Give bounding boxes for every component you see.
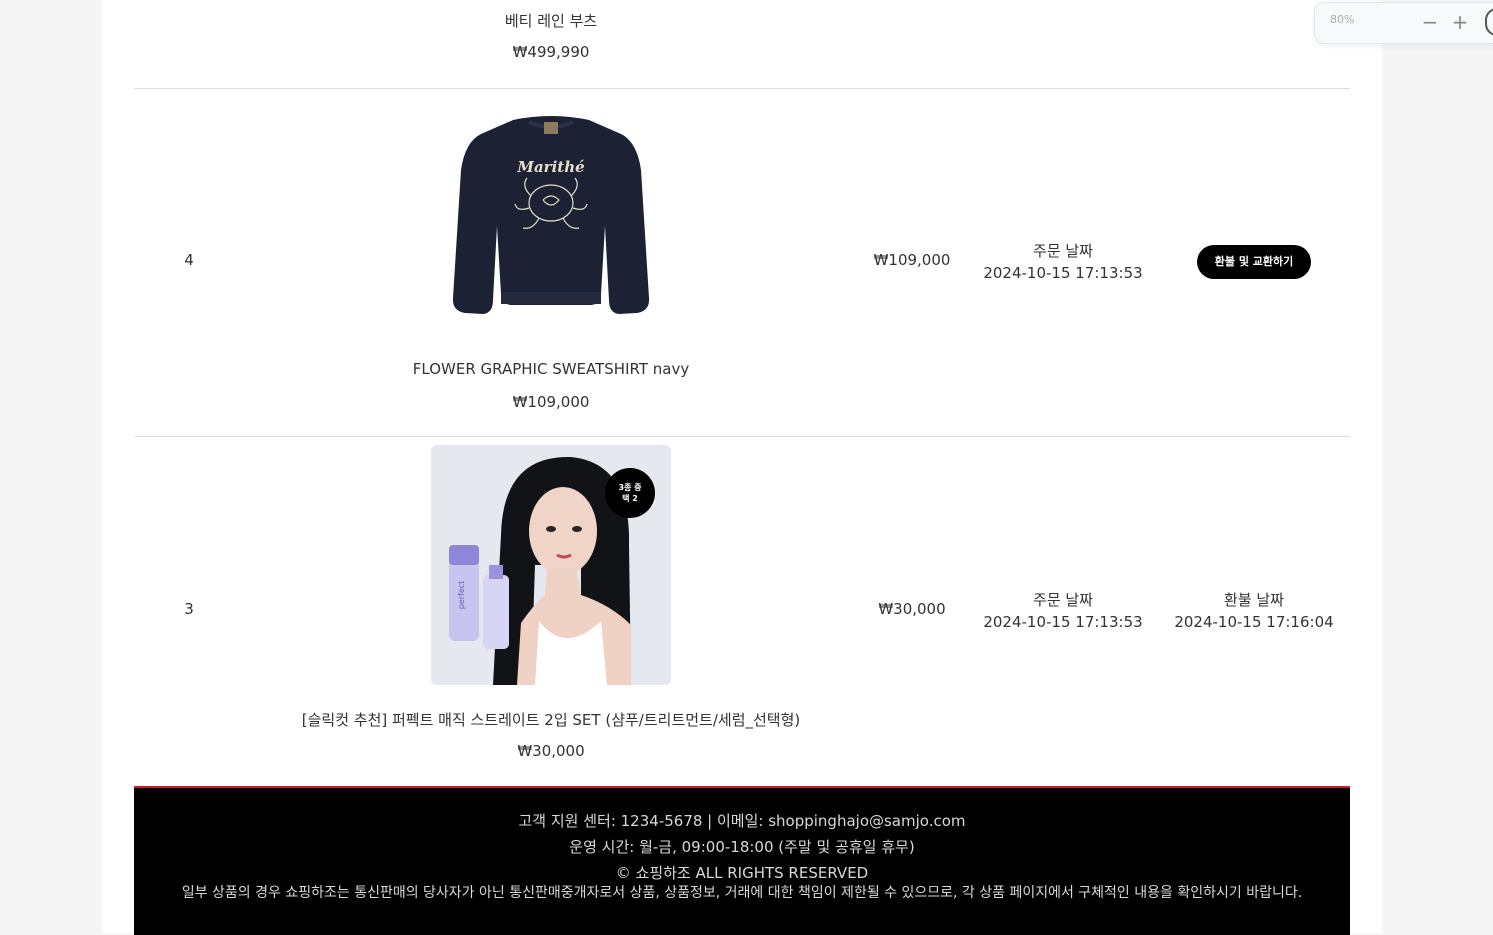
refund-date-label: 환불 날짜 <box>1224 591 1284 609</box>
product-price: ₩30,000 <box>517 742 585 760</box>
order-row: 4 Marithé FLOWER GRAPHIC SWEATSHIRT navy… <box>134 88 1350 437</box>
order-price: ₩30,000 <box>878 600 946 618</box>
order-date-value: 2024-10-15 17:13:53 <box>983 613 1143 631</box>
bottle-label: perfect <box>457 581 466 610</box>
product-name[interactable]: 베티 레인 부츠 <box>201 10 901 31</box>
product-image-logo: Marithé <box>516 158 584 176</box>
order-date-cell: 주문 날짜 2024-10-15 17:13:53 <box>973 240 1153 284</box>
order-row: 3 perfect 3종 중 택 2 [슬릭컷 추천] 퍼펙트 매직 스트레이트… <box>134 437 1350 786</box>
zoom-reset-icon[interactable] <box>1485 8 1493 36</box>
order-number: 3 <box>184 600 194 618</box>
promo-badge-line1: 3종 중 <box>618 483 642 492</box>
site-footer: 고객 지원 센터: 1234-5678 | 이메일: shoppinghajo@… <box>134 786 1350 935</box>
refund-date-value: 2024-10-15 17:16:04 <box>1174 613 1334 631</box>
zoom-out-button[interactable]: − <box>1419 7 1441 37</box>
footer-support: 고객 지원 센터: 1234-5678 | 이메일: shoppinghajo@… <box>518 812 966 830</box>
refund-date-cell: 환불 날짜 2024-10-15 17:16:04 <box>1163 589 1345 633</box>
order-date-label: 주문 날짜 <box>1033 242 1093 260</box>
promo-badge-line2: 택 2 <box>622 494 638 503</box>
order-row: 베티 레인 부츠 ₩499,990 <box>134 0 1350 89</box>
product-price: ₩109,000 <box>512 393 590 411</box>
promo-badge: 3종 중 택 2 <box>605 468 655 518</box>
footer-hours: 운영 시간: 월-금, 09:00-18:00 (주말 및 공휴일 휴무) <box>569 838 915 856</box>
zoom-in-button[interactable]: + <box>1449 7 1471 37</box>
order-date-cell: 주문 날짜 2024-10-15 17:13:53 <box>973 589 1153 633</box>
refund-exchange-button[interactable]: 환불 및 교환하기 <box>1197 245 1311 279</box>
product-name[interactable]: [슬릭컷 추천] 퍼펙트 매직 스트레이트 2입 SET (샴푸/트리트먼트/세… <box>201 709 901 730</box>
footer-disclaimer: 일부 상품의 경우 쇼핑하조는 통신판매의 당사자가 아닌 통신판매중개자로서 … <box>181 885 1303 901</box>
zoom-level: 80% <box>1330 13 1355 26</box>
zoom-control: 80% − + <box>1314 2 1493 44</box>
order-price: ₩109,000 <box>873 251 951 269</box>
product-price: ₩499,990 <box>512 43 590 61</box>
order-date-label: 주문 날짜 <box>1033 591 1093 609</box>
order-history-page: 베티 레인 부츠 ₩499,990 4 Marithé FLOWER GRAPH… <box>102 0 1382 935</box>
product-name[interactable]: FLOWER GRAPHIC SWEATSHIRT navy <box>201 360 901 378</box>
footer-copyright: © 쇼핑하조 ALL RIGHTS RESERVED <box>615 864 869 882</box>
order-date-value: 2024-10-15 17:13:53 <box>983 264 1143 282</box>
product-image[interactable]: perfect 3종 중 택 2 <box>431 445 671 685</box>
order-number: 4 <box>184 251 194 269</box>
product-image[interactable]: Marithé <box>451 108 651 318</box>
